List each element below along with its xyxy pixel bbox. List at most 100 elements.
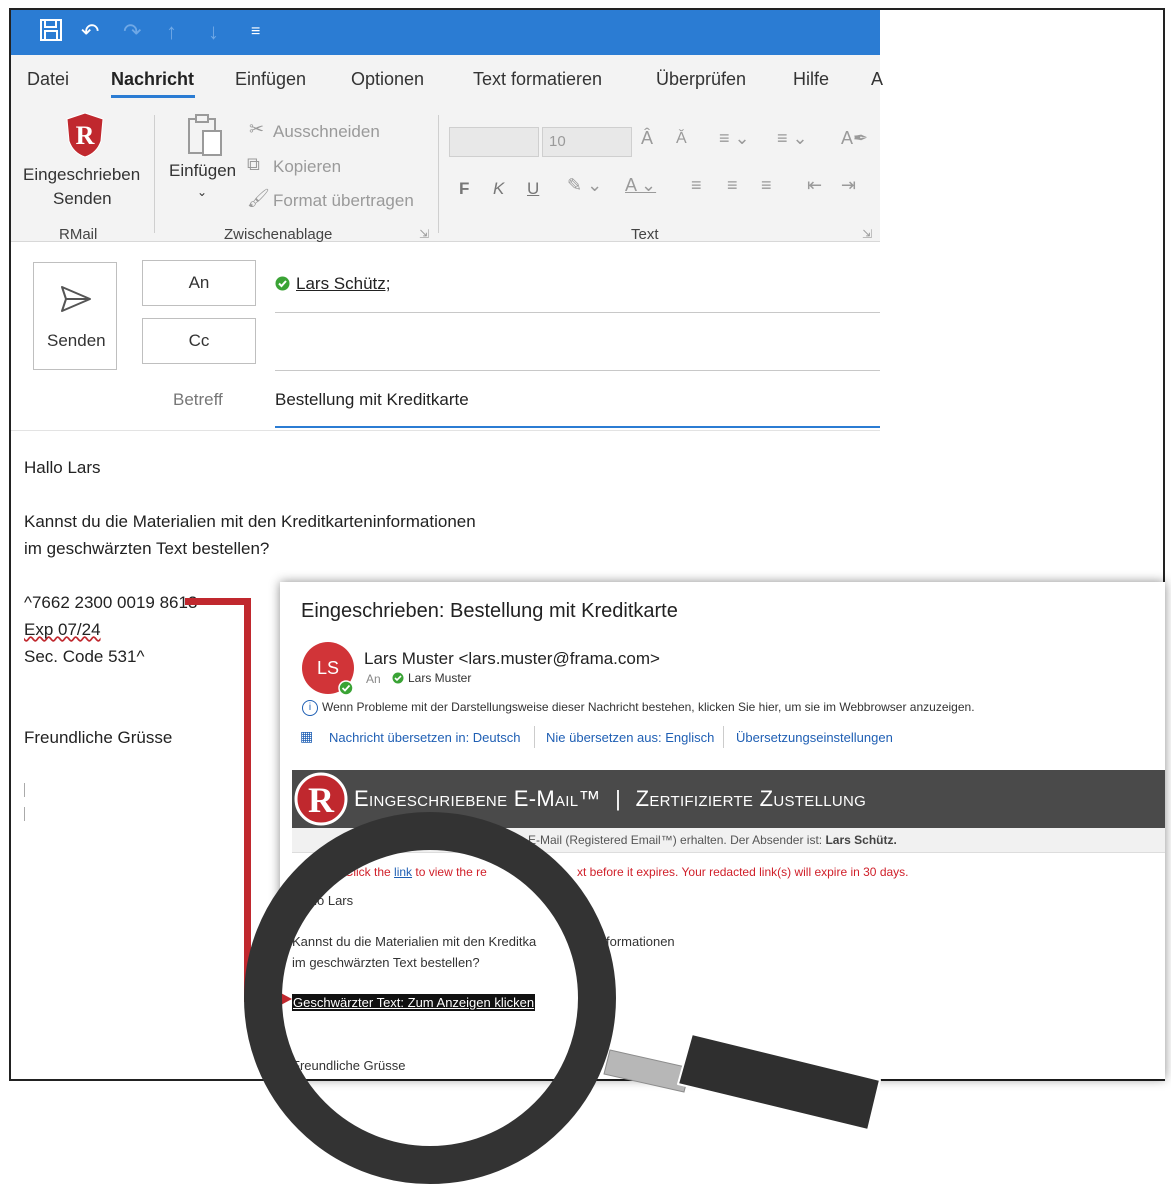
subject-label: Betreff <box>173 390 223 409</box>
notice-text: E-Mail (Registered Email™) erhalten. Der… <box>528 833 897 847</box>
send-label: Senden <box>47 331 106 350</box>
format-painter-button[interactable]: Format übertragen <box>273 191 414 211</box>
bullets-icon: ≡ ⌄ <box>719 128 750 148</box>
tab-einfuegen[interactable]: Einfügen <box>235 69 306 90</box>
received-title: Eingeschrieben: Bestellung mit Kreditkar… <box>301 600 678 622</box>
dialog-launcher-icon[interactable]: ⇲ <box>862 227 872 241</box>
dialog-launcher-icon[interactable]: ⇲ <box>419 227 429 241</box>
ribbon: R Eingeschrieben Senden RMail Einfügen ⌄… <box>11 103 880 243</box>
divider <box>275 370 880 371</box>
quick-access-toolbar: ↶ ↷ ↑ ↓ ≡ <box>11 10 880 55</box>
grow-font-icon: Â <box>641 128 654 148</box>
align-center-icon: ≡ <box>727 175 738 195</box>
group-label-text: Text <box>631 226 659 243</box>
avatar-initials: LS <box>316 658 340 678</box>
banner-right: Zertifizierte Zustellung <box>635 786 867 811</box>
recipient-chip[interactable]: Lars Schütz; <box>296 274 391 294</box>
to-button[interactable]: An <box>142 260 256 306</box>
svg-text:R: R <box>308 780 335 820</box>
translation-settings-link[interactable]: Übersetzungseinstellungen <box>736 730 893 745</box>
copy-icon: ⧉ <box>247 154 260 174</box>
align-right-icon: ≡ <box>761 175 772 195</box>
divider <box>275 312 880 313</box>
rmail-button-line2: Senden <box>53 189 112 208</box>
to-field[interactable]: Lars Schütz; <box>275 268 880 312</box>
rmail-button-line1: Eingeschrieben <box>23 165 141 184</box>
indent-icon: ⇥ <box>841 175 857 195</box>
divider <box>534 726 535 748</box>
save-icon[interactable] <box>39 18 63 49</box>
tab-nachricht[interactable]: Nachricht <box>111 69 194 90</box>
align-left-icon: ≡ <box>691 175 702 195</box>
group-label-clipboard: Zwischenablage <box>224 226 333 243</box>
subject-input[interactable]: Bestellung mit Kreditkarte <box>275 390 469 410</box>
body-greeting: Hallo Lars <box>24 458 101 477</box>
magnifier-lens <box>244 812 616 1184</box>
cc-button[interactable]: Cc <box>142 318 256 364</box>
check-circle-icon <box>275 276 290 291</box>
font-color-icon: A ⌄ <box>625 175 657 195</box>
italic-button[interactable]: K <box>493 179 504 199</box>
font-size-value: 10 <box>549 133 566 150</box>
rmail-logo-icon: R <box>66 112 104 158</box>
highlight-icon: ✎ ⌄ <box>567 175 603 195</box>
received-line1b: formationen <box>606 934 675 949</box>
redo-icon: ↷ <box>123 19 142 44</box>
tab-datei[interactable]: Datei <box>27 69 69 90</box>
down-icon: ↓ <box>208 19 219 44</box>
arrow-vertical <box>244 598 251 1002</box>
body-line2: im geschwärzten Text bestellen? <box>24 539 270 558</box>
underline-button[interactable]: U <box>527 179 539 199</box>
cut-icon: ✂ <box>249 119 265 139</box>
tab-hilfe[interactable]: Hilfe <box>793 69 829 90</box>
arrow-horizontal-top <box>185 598 251 605</box>
tab-more[interactable]: A <box>871 69 883 90</box>
cursor-mark <box>24 807 25 821</box>
banner-separator: | <box>615 786 622 811</box>
tab-optionen[interactable]: Optionen <box>351 69 424 90</box>
cut-button[interactable]: Ausschneiden <box>273 122 380 142</box>
separator <box>154 115 155 233</box>
never-translate-link[interactable]: Nie übersetzen aus: Englisch <box>546 730 714 745</box>
translate-link[interactable]: Nachricht übersetzen in: Deutsch <box>329 730 520 745</box>
magnifier-handle <box>603 1033 881 1131</box>
tab-ueberpruefen[interactable]: Überprüfen <box>656 69 746 90</box>
undo-icon[interactable]: ↶ <box>81 18 99 46</box>
sender-address[interactable]: Lars Muster <lars.muster@frama.com> <box>364 649 660 669</box>
rmail-logo-icon: R <box>294 772 348 826</box>
subject-underline <box>275 426 880 428</box>
body-expiry: Exp 07/24 <box>24 620 101 639</box>
svg-text:R: R <box>76 121 95 150</box>
send-icon <box>61 286 91 312</box>
shrink-font-icon: Ǎ <box>676 130 687 147</box>
format-painter-icon: 🖌 <box>247 188 270 208</box>
tab-text-formatieren[interactable]: Text formatieren <box>473 69 602 90</box>
notice-tail: E-Mail (Registered Email™) erhalten. Der… <box>528 833 823 847</box>
separator <box>438 115 439 233</box>
numbering-icon: ≡ ⌄ <box>777 128 808 148</box>
rmail-send-button[interactable]: R Eingeschrieben Senden <box>19 107 149 217</box>
cursor-mark <box>24 783 25 797</box>
copy-button[interactable]: Kopieren <box>273 157 341 177</box>
font-name-combo <box>449 127 539 157</box>
bold-button[interactable]: F <box>459 179 469 199</box>
paste-icon <box>188 114 222 156</box>
display-info-bar[interactable]: Wenn Probleme mit der Darstellungsweise … <box>322 700 975 714</box>
customize-icon[interactable]: ≡ <box>251 18 260 46</box>
to-label: An <box>366 672 381 686</box>
body-line1: Kannst du die Materialien mit den Kredit… <box>24 512 476 531</box>
paste-button[interactable]: Einfügen ⌄ <box>163 111 243 211</box>
body-closing: Freundliche Grüsse <box>24 728 173 747</box>
group-label-rmail: RMail <box>59 226 98 243</box>
divider <box>723 726 724 748</box>
check-circle-icon <box>392 672 404 684</box>
info-icon: i <box>302 700 318 716</box>
to-name[interactable]: Lars Muster <box>408 671 471 685</box>
ribbon-tabs: Datei Nachricht Einfügen Optionen Text f… <box>11 55 883 103</box>
clear-format-icon: A✒ <box>841 128 869 148</box>
banner-left: Eingeschriebene E-Mail™ <box>354 786 601 811</box>
notice-sender: Lars Schütz. <box>825 833 897 847</box>
send-button[interactable]: Senden <box>33 262 117 370</box>
cc-field[interactable] <box>275 324 880 368</box>
paste-label: Einfügen <box>169 161 237 180</box>
